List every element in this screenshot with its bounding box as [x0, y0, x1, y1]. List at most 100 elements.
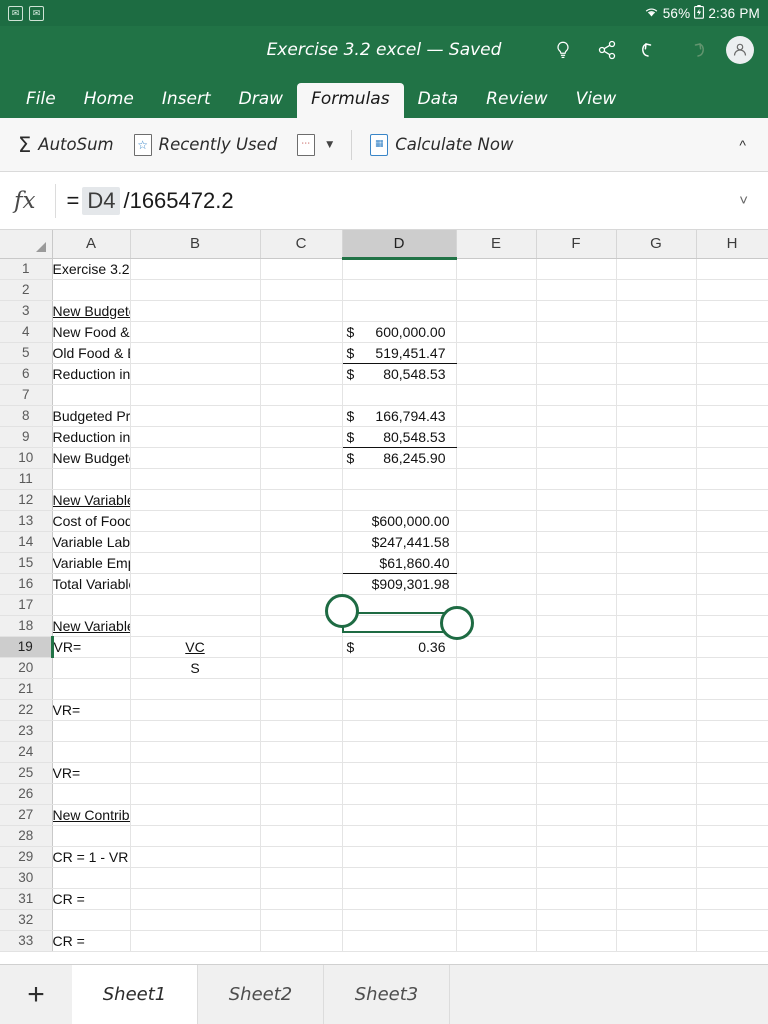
cell-G27[interactable] [616, 804, 697, 826]
cell-D8[interactable]: $166,794.43 [342, 405, 457, 427]
cell-D21[interactable] [342, 678, 457, 700]
cell-A8[interactable]: Budgeted Profit [52, 405, 131, 427]
cell-E6[interactable] [456, 363, 537, 385]
cell-F7[interactable] [536, 384, 617, 406]
cell-F19[interactable] [536, 636, 617, 658]
cell-B6[interactable] [130, 363, 261, 385]
tab-home[interactable]: Home [70, 83, 148, 118]
row-header-33[interactable]: 33 [0, 930, 53, 952]
cell-D25[interactable] [342, 762, 457, 784]
cell-E16[interactable] [456, 573, 537, 595]
cell-E9[interactable] [456, 426, 537, 448]
cell-D27[interactable] [342, 804, 457, 826]
cell-E14[interactable] [456, 531, 537, 553]
cell-C3[interactable] [260, 300, 343, 322]
cell-H20[interactable] [696, 657, 768, 679]
cell-B16[interactable] [130, 573, 261, 595]
cell-C32[interactable] [260, 909, 343, 931]
cell-F4[interactable] [536, 321, 617, 343]
cell-E15[interactable] [456, 552, 537, 574]
cell-D16[interactable]: $909,301.98 [342, 573, 457, 595]
cell-D23[interactable] [342, 720, 457, 742]
cell-B25[interactable] [130, 762, 261, 784]
cell-A2[interactable] [52, 279, 131, 301]
row-header-3[interactable]: 3 [0, 300, 53, 322]
cell-C27[interactable] [260, 804, 343, 826]
cell-H10[interactable] [696, 447, 768, 469]
cell-C33[interactable] [260, 930, 343, 952]
cell-A18[interactable]: New Variable Rate [52, 615, 131, 637]
cell-E19[interactable] [456, 636, 537, 658]
calculate-now-button[interactable]: ▦ Calculate Now [362, 130, 521, 160]
cell-E31[interactable] [456, 888, 537, 910]
function-library-dropdown[interactable]: ⋯ ▼ [289, 130, 341, 160]
cell-G15[interactable] [616, 552, 697, 574]
row-header-16[interactable]: 16 [0, 573, 53, 595]
add-sheet-button[interactable]: + [0, 965, 72, 1024]
cell-A10[interactable]: New Budgeted Profit [52, 447, 131, 469]
cell-E23[interactable] [456, 720, 537, 742]
cell-F18[interactable] [536, 615, 617, 637]
cell-B18[interactable] [130, 615, 261, 637]
cell-G23[interactable] [616, 720, 697, 742]
cell-B32[interactable] [130, 909, 261, 931]
cell-D17[interactable] [342, 594, 457, 616]
column-header-d[interactable]: D [342, 230, 457, 260]
cell-B3[interactable] [130, 300, 261, 322]
cell-F1[interactable] [536, 258, 617, 280]
cell-H26[interactable] [696, 783, 768, 805]
cell-F21[interactable] [536, 678, 617, 700]
cell-H31[interactable] [696, 888, 768, 910]
cell-D32[interactable] [342, 909, 457, 931]
cell-H19[interactable] [696, 636, 768, 658]
cell-H18[interactable] [696, 615, 768, 637]
cell-F9[interactable] [536, 426, 617, 448]
cell-G28[interactable] [616, 825, 697, 847]
cell-F2[interactable] [536, 279, 617, 301]
cell-F16[interactable] [536, 573, 617, 595]
column-header-a[interactable]: A [52, 230, 131, 259]
select-all-corner[interactable] [0, 230, 53, 259]
cell-C22[interactable] [260, 699, 343, 721]
cell-F11[interactable] [536, 468, 617, 490]
row-header-9[interactable]: 9 [0, 426, 53, 448]
cell-C8[interactable] [260, 405, 343, 427]
cell-F25[interactable] [536, 762, 617, 784]
cell-G25[interactable] [616, 762, 697, 784]
cell-B30[interactable] [130, 867, 261, 889]
cell-F24[interactable] [536, 741, 617, 763]
cell-G2[interactable] [616, 279, 697, 301]
formula-bar[interactable]: fx = D4 /1665472.2 ˅ [0, 172, 768, 230]
cell-C29[interactable] [260, 846, 343, 868]
tab-data[interactable]: Data [404, 83, 473, 118]
row-header-12[interactable]: 12 [0, 489, 53, 511]
cell-H9[interactable] [696, 426, 768, 448]
cell-H17[interactable] [696, 594, 768, 616]
cell-F5[interactable] [536, 342, 617, 364]
row-header-1[interactable]: 1 [0, 258, 53, 280]
cell-D33[interactable] [342, 930, 457, 952]
cell-G32[interactable] [616, 909, 697, 931]
cell-A17[interactable] [52, 594, 131, 616]
cell-H5[interactable] [696, 342, 768, 364]
cell-A20[interactable] [52, 657, 131, 679]
cell-E2[interactable] [456, 279, 537, 301]
cell-E10[interactable] [456, 447, 537, 469]
column-header-b[interactable]: B [130, 230, 261, 259]
cell-A11[interactable] [52, 468, 131, 490]
formula-cell-reference[interactable]: D4 [82, 186, 121, 215]
cell-G8[interactable] [616, 405, 697, 427]
cell-H22[interactable] [696, 699, 768, 721]
cell-D19[interactable]: $0.36 [342, 636, 457, 658]
cell-H4[interactable] [696, 321, 768, 343]
cell-C30[interactable] [260, 867, 343, 889]
ribbon-collapse-chevron-up-icon[interactable]: ^ [727, 131, 758, 159]
cell-D26[interactable] [342, 783, 457, 805]
cell-G16[interactable] [616, 573, 697, 595]
cell-D12[interactable] [342, 489, 457, 511]
cell-D18[interactable] [342, 615, 457, 637]
cell-B33[interactable] [130, 930, 261, 952]
cell-D1[interactable] [342, 258, 457, 280]
cell-H27[interactable] [696, 804, 768, 826]
cell-A15[interactable]: Variable Employee Benefits [52, 552, 131, 574]
